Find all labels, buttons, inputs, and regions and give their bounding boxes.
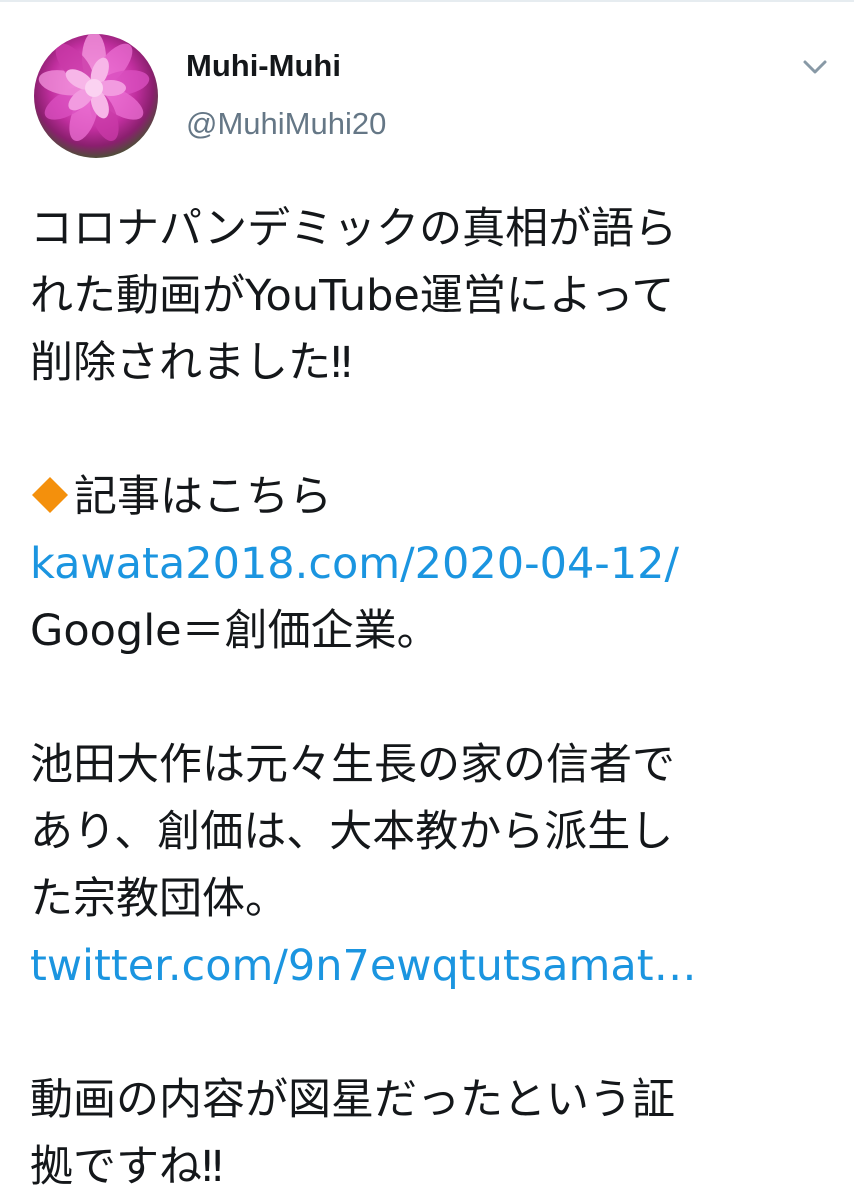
tweet-line: あり、創価は、大本教から派生し xyxy=(30,807,674,857)
chevron-down-icon[interactable] xyxy=(802,58,828,76)
tweet-line: 池田大作は元々生長の家の信者で xyxy=(30,740,675,790)
tweet-link-line: kawata2018.com/2020-04-12/ xyxy=(30,531,830,598)
article-link[interactable]: kawata2018.com/2020-04-12/ xyxy=(30,539,679,589)
tweet-line: Google＝創価企業。 xyxy=(30,606,440,656)
tweet-line: れた動画がYouTube運営によって xyxy=(30,271,675,321)
avatar[interactable] xyxy=(34,34,158,158)
flower-avatar-image xyxy=(38,34,150,141)
tweet-line: た宗教団体。 xyxy=(30,874,288,924)
tweet-line: 記事はこちら xyxy=(74,472,332,522)
tweet-line: 拠ですね‼ xyxy=(30,1142,223,1192)
twitter-link[interactable]: twitter.com/9n7ewqtutsamat… xyxy=(30,941,697,991)
tweet-line: 削除されました‼ xyxy=(30,338,352,388)
tweet-text: コロナパンデミックの真相が語ら れた動画がYouTube運営によって 削除されま… xyxy=(30,196,830,1201)
tweet-line: コロナパンデミックの真相が語ら xyxy=(30,204,678,254)
tweet-link-line: twitter.com/9n7ewqtutsamat… xyxy=(30,933,830,1000)
display-name[interactable]: Muhi-Muhi xyxy=(186,46,386,86)
user-handle[interactable]: @MuhiMuhi20 xyxy=(186,104,386,144)
tweet-line: 動画の内容が図星だったという証 xyxy=(30,1075,675,1125)
top-divider xyxy=(0,0,854,2)
user-info: Muhi-Muhi @MuhiMuhi20 xyxy=(186,46,386,144)
orange-diamond-icon xyxy=(32,477,68,513)
tweet-line-with-icon: 記事はこちら xyxy=(30,464,830,531)
